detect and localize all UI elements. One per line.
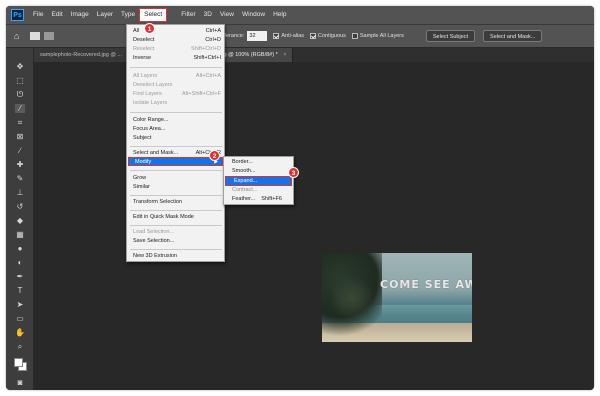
menu-separator xyxy=(130,67,222,68)
sample-all-layers-label: Sample All Layers xyxy=(359,33,404,39)
menu-item-load-selection[interactable]: Load Selection... xyxy=(127,228,224,237)
frame-tool-icon[interactable]: ⊠ xyxy=(15,132,25,141)
anti-alias-label: Anti-alias xyxy=(281,33,305,39)
menu-item-all-layers[interactable]: All Layers Alt+Ctrl+A xyxy=(127,72,224,81)
menu-item-find-layers[interactable]: Find Layers Alt+Shift+Ctrl+F xyxy=(127,90,224,99)
photoshop-window: Ps File Edit Image Layer Type Select Fil… xyxy=(6,6,594,390)
new-selection-icon[interactable] xyxy=(30,32,40,40)
menu-item-isolate-layers[interactable]: Isolate Layers xyxy=(127,99,224,108)
blur-tool-icon[interactable]: ● xyxy=(15,244,25,253)
foreground-color-swatch[interactable] xyxy=(14,358,23,367)
submenu-item-contract[interactable]: Contract... xyxy=(224,186,293,195)
menu-item-deselect-layers[interactable]: Deselect Layers xyxy=(127,81,224,90)
menu-item-grow[interactable]: Grow xyxy=(127,174,224,183)
menu-separator xyxy=(130,195,222,196)
submenu-item-smooth[interactable]: Smooth... xyxy=(224,167,293,176)
hand-tool-icon[interactable]: ✋ xyxy=(15,328,25,337)
gradient-tool-icon[interactable]: ▦ xyxy=(15,230,25,239)
menu-item-inverse[interactable]: Inverse Shift+Ctrl+I xyxy=(127,54,224,63)
menu-select[interactable]: Select xyxy=(139,8,168,22)
menu-separator xyxy=(130,210,222,211)
menu-window[interactable]: Window xyxy=(238,6,269,24)
contiguous-checkbox[interactable] xyxy=(310,33,317,39)
menu-item-subject[interactable]: Subject xyxy=(127,134,224,143)
home-icon[interactable]: ⌂ xyxy=(14,31,24,41)
menu-item-color-range[interactable]: Color Range... xyxy=(127,116,224,125)
tools-panel: ✥ ⬚ ᘎ ⁄ ⌗ ⊠ ∕ ✚ ✎ ⊥ ↺ ◆ ▦ ● ◐ ✒ T ➤ ▭ ✋ … xyxy=(6,48,34,390)
close-icon[interactable]: × xyxy=(283,52,286,58)
tab-label: samplephoto-Recovered.jpg @ ... xyxy=(40,52,123,58)
select-subject-button[interactable]: Select Subject xyxy=(425,30,476,42)
clone-stamp-tool-icon[interactable]: ⊥ xyxy=(15,188,25,197)
menu-file[interactable]: File xyxy=(29,6,47,24)
zoom-tool-icon[interactable]: ⌕ xyxy=(15,342,25,351)
submenu-item-expand[interactable]: Expand... xyxy=(225,176,292,186)
menu-3d[interactable]: 3D xyxy=(200,6,216,24)
photoshop-logo: Ps xyxy=(11,9,24,21)
menu-item-focus-area[interactable]: Focus Area... xyxy=(127,125,224,134)
brush-tool-icon[interactable]: ✎ xyxy=(15,174,25,183)
canvas-area[interactable]: COME SEE AWAY xyxy=(34,62,594,390)
lasso-tool-icon[interactable]: ᘎ xyxy=(15,90,25,99)
rectangle-tool-icon[interactable]: ▭ xyxy=(15,314,25,323)
menu-item-similar[interactable]: Similar xyxy=(127,183,224,192)
document-tabs: samplephoto-Recovered.jpg @ ... images.j… xyxy=(34,48,594,62)
quick-mask-icon[interactable]: ◙ xyxy=(15,378,25,387)
dodge-tool-icon[interactable]: ◐ xyxy=(15,258,25,267)
menu-edit[interactable]: Edit xyxy=(47,6,66,24)
menu-help[interactable]: Help xyxy=(269,6,290,24)
select-and-mask-button[interactable]: Select and Mask... xyxy=(483,30,543,42)
menu-item-deselect[interactable]: Deselect Ctrl+D xyxy=(127,36,224,45)
document-image[interactable]: COME SEE AWAY xyxy=(322,253,472,342)
submenu-item-border[interactable]: Border... xyxy=(224,158,293,167)
step-badge-3: 3 xyxy=(288,167,299,178)
menu-layer[interactable]: Layer xyxy=(93,6,117,24)
modify-submenu: Border... Smooth... Expand... Contract..… xyxy=(223,156,294,205)
menu-type[interactable]: Type xyxy=(117,6,139,24)
move-tool-icon[interactable]: ✥ xyxy=(15,62,25,71)
menu-item-quick-mask[interactable]: Edit in Quick Mask Mode xyxy=(127,213,224,222)
add-selection-icon[interactable] xyxy=(44,32,54,40)
crop-tool-icon[interactable]: ⌗ xyxy=(15,118,25,127)
healing-brush-tool-icon[interactable]: ✚ xyxy=(15,160,25,169)
sample-all-layers-checkbox[interactable] xyxy=(351,33,358,39)
menu-bar: Ps File Edit Image Layer Type Select Fil… xyxy=(6,6,594,24)
image-overlay-text: COME SEE AWAY xyxy=(380,278,472,291)
pen-tool-icon[interactable]: ✒ xyxy=(15,272,25,281)
menu-separator xyxy=(130,170,222,171)
marquee-tool-icon[interactable]: ⬚ xyxy=(15,76,25,85)
step-badge-2: 2 xyxy=(209,150,220,161)
menu-separator xyxy=(130,225,222,226)
menu-item-all[interactable]: All Ctrl+A xyxy=(127,27,224,36)
image-foliage xyxy=(332,273,372,323)
menu-view[interactable]: View xyxy=(216,6,238,24)
eraser-tool-icon[interactable]: ◆ xyxy=(15,216,25,225)
menu-item-transform-selection[interactable]: Transform Selection xyxy=(127,198,224,207)
eyedropper-tool-icon[interactable]: ∕ xyxy=(15,146,25,155)
tolerance-input[interactable]: 32 xyxy=(247,31,268,41)
menu-separator xyxy=(130,112,222,113)
menu-filter[interactable]: Filter xyxy=(167,6,199,24)
contiguous-label: Contiguous xyxy=(318,33,346,39)
options-bar: ⌂ Tolerance: 32 Anti-alias Contiguous Sa… xyxy=(6,24,594,48)
menu-item-modify[interactable]: Modify ▶ xyxy=(128,157,223,166)
history-brush-tool-icon[interactable]: ↺ xyxy=(15,202,25,211)
menu-separator xyxy=(130,249,222,250)
submenu-item-feather[interactable]: Feather... Shift+F6 xyxy=(224,195,293,204)
step-badge-1: 1 xyxy=(144,23,155,34)
select-dropdown-menu: All Ctrl+A Deselect Ctrl+D Reselect Shift+C… xyxy=(126,24,225,262)
menu-item-save-selection[interactable]: Save Selection... xyxy=(127,237,224,246)
menu-item-new-3d-extrusion[interactable]: New 3D Extrusion xyxy=(127,252,224,261)
menu-separator xyxy=(130,146,222,147)
anti-alias-checkbox[interactable] xyxy=(273,33,280,39)
magic-wand-tool-icon[interactable]: ⁄ xyxy=(15,104,25,113)
menu-image[interactable]: Image xyxy=(67,6,93,24)
type-tool-icon[interactable]: T xyxy=(15,286,25,295)
menu-item-reselect[interactable]: Reselect Shift+Ctrl+D xyxy=(127,45,224,54)
path-selection-tool-icon[interactable]: ➤ xyxy=(15,300,25,309)
